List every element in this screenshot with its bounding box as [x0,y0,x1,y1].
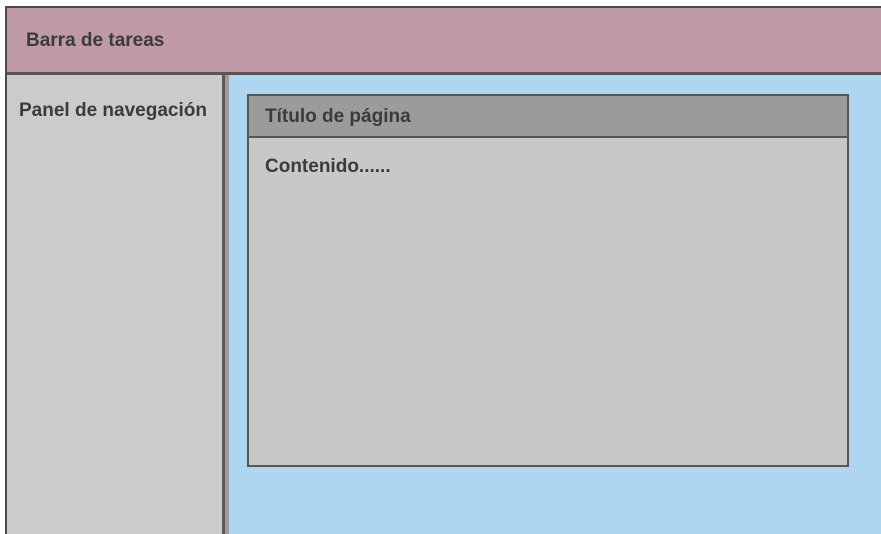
page-content: Contenido...... [265,156,391,177]
taskbar: Barra de tareas [7,8,881,75]
workspace-area: Título de página Contenido...... [229,75,881,534]
navigation-panel: Panel de navegación [7,75,222,534]
page-title-bar: Título de página [249,96,847,138]
taskbar-label: Barra de tareas [26,30,165,51]
wireframe-layout: Barra de tareas Panel de navegación Títu… [5,6,881,534]
navigation-panel-label: Panel de navegación [19,100,207,121]
page-title: Título de página [265,106,411,127]
page-window: Título de página Contenido...... [247,94,849,467]
